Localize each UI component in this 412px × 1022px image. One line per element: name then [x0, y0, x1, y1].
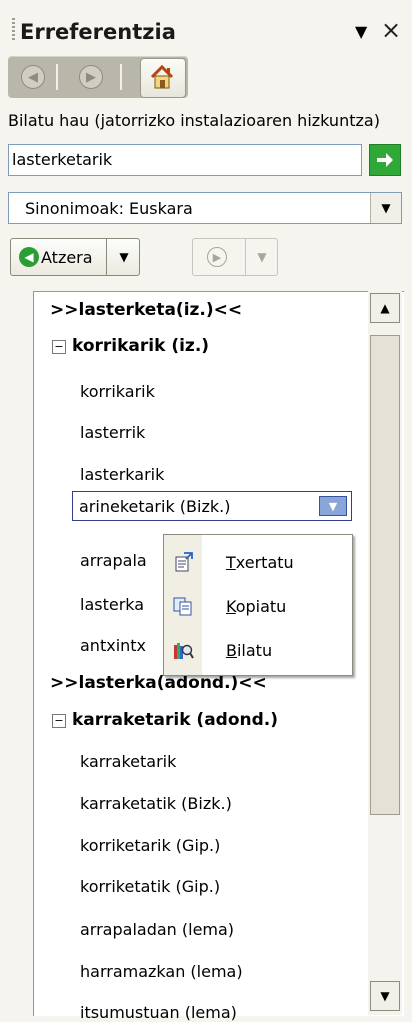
scroll-down-button[interactable]: ▼: [370, 981, 400, 1011]
pane-title-bar: Erreferentzia ▼ ×: [0, 0, 412, 52]
collapse-icon[interactable]: −: [52, 340, 66, 354]
result-group[interactable]: − karraketarik (adond.): [52, 710, 278, 730]
reference-source-value: Sinonimoak: Euskara: [25, 199, 193, 218]
search-label: Bilatu hau (jatorrizko instalazioaren hi…: [8, 111, 380, 130]
home-button[interactable]: [140, 58, 186, 98]
insert-icon: [175, 552, 193, 572]
result-item[interactable]: antxintx: [80, 636, 146, 655]
chevron-down-icon[interactable]: ▼: [370, 193, 401, 223]
forward-arrow-icon: ▶: [207, 247, 227, 267]
menu-label-search: Bilatu: [226, 641, 273, 660]
pane-title: Erreferentzia: [20, 20, 176, 44]
back-arrow-icon: ◀: [19, 247, 39, 267]
nav-back-button[interactable]: ◀: [14, 59, 52, 95]
result-item[interactable]: lasterrik: [80, 423, 145, 442]
result-item[interactable]: harramazkan (lema): [80, 962, 243, 981]
scroll-thumb[interactable]: [370, 335, 400, 815]
forward-history-dropdown[interactable]: ▼: [245, 239, 278, 275]
result-item[interactable]: korriketatik (Gip.): [80, 877, 220, 896]
back-history-dropdown[interactable]: ▼: [106, 239, 141, 275]
nav-forward-button[interactable]: ▶: [72, 59, 110, 95]
context-menu: Txertatu Kopiatu Bilatu: [163, 534, 353, 676]
result-heading[interactable]: >>lasterketa(iz.)<<: [50, 300, 242, 320]
search-input[interactable]: lasterketarik: [8, 144, 362, 176]
menu-item-insert[interactable]: Txertatu: [164, 539, 352, 583]
forward-arrow-icon: ▶: [79, 65, 103, 89]
search-icon: [174, 643, 194, 659]
menu-item-copy[interactable]: Kopiatu: [164, 583, 352, 627]
copy-icon: [173, 597, 192, 616]
home-icon: [150, 64, 174, 89]
result-item[interactable]: lasterkarik: [80, 465, 164, 484]
back-button-label: Atzera: [41, 248, 93, 267]
result-item[interactable]: korriketarik (Gip.): [80, 836, 220, 855]
result-item[interactable]: itsumustuan (lema): [80, 1003, 237, 1022]
result-item[interactable]: korrikarik: [80, 382, 155, 401]
scroll-up-button[interactable]: ▲: [370, 293, 400, 323]
result-group[interactable]: − korrikarik (iz.): [52, 336, 209, 356]
collapse-icon[interactable]: −: [52, 714, 66, 728]
selected-item-label: arineketarik (Bizk.): [79, 497, 231, 516]
menu-label-copy: Kopiatu: [226, 597, 287, 616]
go-arrow-icon: [377, 153, 393, 167]
drag-grip[interactable]: [12, 18, 15, 42]
navigation-bar: ◀ ▶: [8, 56, 188, 98]
menu-item-search[interactable]: Bilatu: [164, 627, 352, 671]
result-item[interactable]: arrapaladan (lema): [80, 920, 234, 939]
nav-separator: [120, 64, 122, 90]
chevron-down-icon[interactable]: ▼: [319, 496, 347, 516]
result-item[interactable]: karraketarik: [80, 752, 176, 771]
close-pane-button[interactable]: ×: [381, 16, 401, 44]
result-item-selected[interactable]: arineketarik (Bizk.) ▼: [72, 491, 352, 521]
result-item[interactable]: karraketatik (Bizk.): [80, 794, 232, 813]
back-arrow-icon: ◀: [21, 65, 45, 89]
reference-source-select[interactable]: Sinonimoak: Euskara ▼: [8, 192, 402, 224]
menu-label-insert: Txertatu: [226, 553, 294, 572]
back-button[interactable]: ◀ Atzera ▼: [10, 238, 140, 276]
nav-separator: [56, 64, 58, 90]
forward-button[interactable]: ▶ ▼: [192, 238, 278, 276]
results-scrollbar[interactable]: ▲ ▼: [368, 291, 402, 1015]
result-item[interactable]: lasterka: [80, 595, 144, 614]
pane-options-dropdown[interactable]: ▼: [355, 22, 367, 41]
result-heading[interactable]: >>lasterka(adond.)<<: [50, 673, 267, 693]
result-item[interactable]: arrapala: [80, 551, 147, 570]
search-go-button[interactable]: [369, 144, 401, 176]
